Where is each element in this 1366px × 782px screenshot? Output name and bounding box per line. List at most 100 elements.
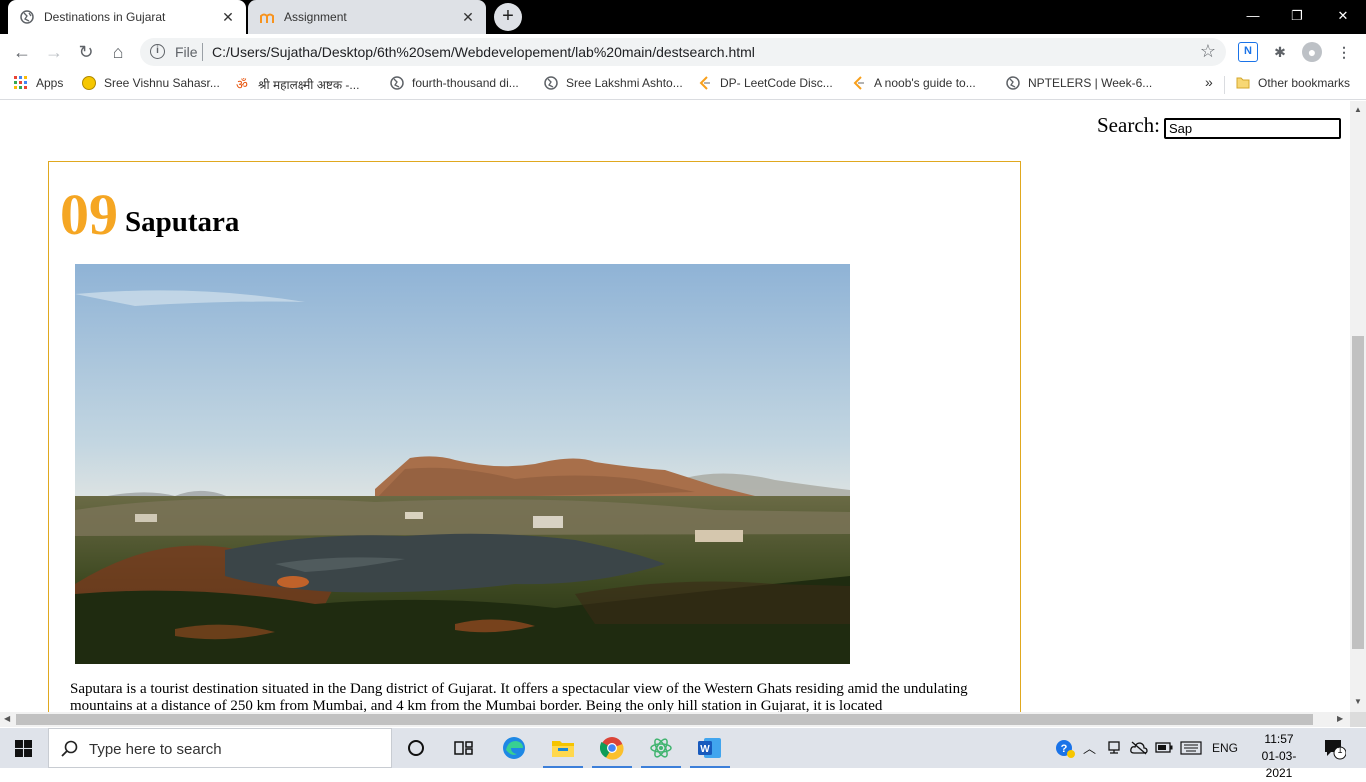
notification-badge: 1 (1337, 745, 1343, 755)
windows-start-icon[interactable] (15, 740, 32, 757)
clock-date: 01-03-2021 (1261, 749, 1297, 780)
word-icon[interactable]: W (686, 728, 734, 768)
destination-photo (75, 264, 850, 664)
puzzle-extensions-icon[interactable]: ✱ (1270, 42, 1290, 62)
globe-icon (20, 10, 34, 24)
extension-n-icon[interactable]: N (1238, 42, 1258, 62)
svg-text:W: W (700, 744, 710, 755)
bookmark-lakshmi-ashto[interactable]: Sree Lakshmi Ashto... (544, 76, 683, 90)
bookmark-label: NPTELERS | Week-6... (1028, 76, 1153, 90)
bookmark-label: श्री महालक्ष्मी अष्टक -... (258, 78, 360, 92)
globe-icon (544, 76, 558, 90)
atom-editor-icon[interactable] (637, 728, 685, 768)
leetcode-icon (853, 76, 864, 90)
scheme-label: File (175, 44, 198, 60)
search-label: Search: (1097, 113, 1160, 137)
close-tab-icon[interactable]: ✕ (220, 9, 236, 26)
scroll-up-icon[interactable]: ▲ (1354, 105, 1362, 114)
scroll-left-icon[interactable]: ◀ (4, 714, 10, 723)
bookmark-leetcode-dp[interactable]: DP- LeetCode Disc... (698, 76, 833, 90)
bookmark-fourth-thousand[interactable]: fourth-thousand di... (390, 76, 519, 90)
taskbar-search-box[interactable]: Type here to search (48, 728, 392, 768)
bookmark-nptelers[interactable]: NPTELERS | Week-6... (1006, 76, 1152, 90)
network-icon[interactable] (1107, 741, 1121, 755)
bookmark-apps[interactable]: Apps (14, 76, 63, 90)
url-text[interactable]: C:/Users/Sujatha/Desktop/6th%20sem/Webde… (212, 44, 755, 60)
vertical-scrollbar[interactable]: ▲ ▼ (1350, 101, 1366, 712)
globe-icon (390, 76, 404, 90)
forward-icon[interactable]: → (42, 40, 66, 64)
page-viewport: Search: 09 Saputara (0, 101, 1350, 712)
om-icon: ॐ (236, 76, 248, 92)
cortana-icon[interactable] (392, 728, 440, 768)
chrome-icon[interactable] (588, 728, 636, 768)
svg-text:?: ? (1061, 743, 1068, 755)
bookmarks-overflow-button[interactable]: » (1205, 74, 1213, 90)
restore-button[interactable]: ❐ (1277, 4, 1317, 28)
bookmark-label: Sree Lakshmi Ashto... (566, 76, 683, 90)
taskbar-search-placeholder: Type here to search (89, 741, 222, 758)
edge-browser-icon[interactable] (490, 728, 538, 768)
bookmark-label: fourth-thousand di... (412, 76, 519, 90)
keyboard-icon[interactable] (1180, 741, 1202, 755)
minimize-button[interactable]: — (1233, 4, 1273, 28)
scroll-right-icon[interactable]: ▶ (1337, 714, 1343, 723)
destination-card: 09 Saputara Saputara is a tourist destin… (48, 161, 1021, 712)
vertical-scroll-thumb[interactable] (1352, 336, 1364, 649)
chevron-up-icon[interactable]: ︿ (1083, 738, 1096, 757)
bookmark-label: Apps (36, 76, 64, 90)
task-view-icon[interactable] (440, 728, 488, 768)
tab-assignment[interactable]: Assignment ✕ (248, 0, 486, 34)
destination-description: Saputara is a tourist destination situat… (70, 681, 968, 712)
destination-title: Saputara (125, 206, 240, 238)
tab-destinations[interactable]: Destinations in Gujarat ✕ (8, 0, 246, 34)
reload-icon[interactable]: ↻ (74, 40, 98, 64)
info-icon[interactable]: i (150, 44, 165, 59)
apps-grid-icon (14, 76, 27, 89)
other-bookmarks-folder[interactable]: Other bookmarks (1236, 76, 1350, 90)
file-explorer-icon[interactable] (539, 728, 587, 768)
menu-kebab-icon[interactable]: ⋮ (1334, 42, 1354, 62)
cloud-offline-icon[interactable] (1130, 741, 1148, 755)
bookmark-label: DP- LeetCode Disc... (720, 76, 833, 90)
bookmark-label: A noob's guide to... (874, 76, 976, 90)
bookmark-vishnu[interactable]: Sree Vishnu Sahasr... (82, 76, 220, 90)
bookmark-mahalakshmi[interactable]: ॐ श्री महालक्ष्मी अष्टक -... (236, 76, 359, 93)
help-people-icon[interactable]: ? (1055, 738, 1077, 760)
globe-icon (1006, 76, 1020, 90)
destination-number: 09 (60, 182, 118, 247)
windows-taskbar: Type here to search W ? ︿ ENG 11:57 01-0… (0, 728, 1366, 780)
bookmarks-bar: Apps Sree Vishnu Sahasr... ॐ श्री महालक्… (0, 70, 1366, 100)
browser-toolbar: ← → ↻ ⌂ i File C:/Users/Sujatha/Desktop/… (0, 34, 1366, 70)
bookmark-label: Other bookmarks (1258, 76, 1351, 90)
horizontal-scroll-thumb[interactable] (16, 714, 1313, 725)
bookmark-label: Sree Vishnu Sahasr... (104, 76, 220, 90)
tab-strip: Destinations in Gujarat ✕ Assignment ✕ +… (0, 0, 1366, 34)
profile-avatar-icon[interactable]: ● (1302, 42, 1322, 62)
tab-title: Destinations in Gujarat (44, 10, 166, 24)
scrollbar-corner (1350, 712, 1366, 727)
taskbar-clock[interactable]: 11:57 01-03-2021 (1250, 731, 1308, 782)
new-tab-button[interactable]: + (494, 3, 522, 31)
divider (202, 43, 203, 61)
back-icon[interactable]: ← (10, 40, 34, 64)
divider (1224, 76, 1225, 94)
moodle-icon (260, 13, 274, 23)
scroll-down-icon[interactable]: ▼ (1354, 697, 1362, 706)
language-indicator[interactable]: ENG (1212, 741, 1238, 755)
search-icon (61, 740, 78, 757)
close-window-button[interactable]: ✕ (1323, 4, 1363, 28)
tab-title: Assignment (284, 10, 347, 24)
folder-icon (1236, 77, 1250, 89)
clock-time: 11:57 (1264, 732, 1294, 746)
home-icon[interactable]: ⌂ (106, 40, 130, 64)
address-bar[interactable]: i File C:/Users/Sujatha/Desktop/6th%20se… (140, 38, 1226, 66)
smiley-icon (82, 76, 96, 90)
search-input[interactable] (1164, 118, 1341, 139)
close-tab-icon[interactable]: ✕ (460, 9, 476, 26)
bookmark-star-icon[interactable]: ☆ (1200, 41, 1216, 62)
battery-icon[interactable] (1155, 742, 1173, 753)
leetcode-icon (699, 76, 710, 90)
horizontal-scrollbar[interactable]: ◀ ▶ (0, 712, 1350, 727)
bookmark-noob-guide[interactable]: A noob's guide to... (852, 76, 976, 90)
